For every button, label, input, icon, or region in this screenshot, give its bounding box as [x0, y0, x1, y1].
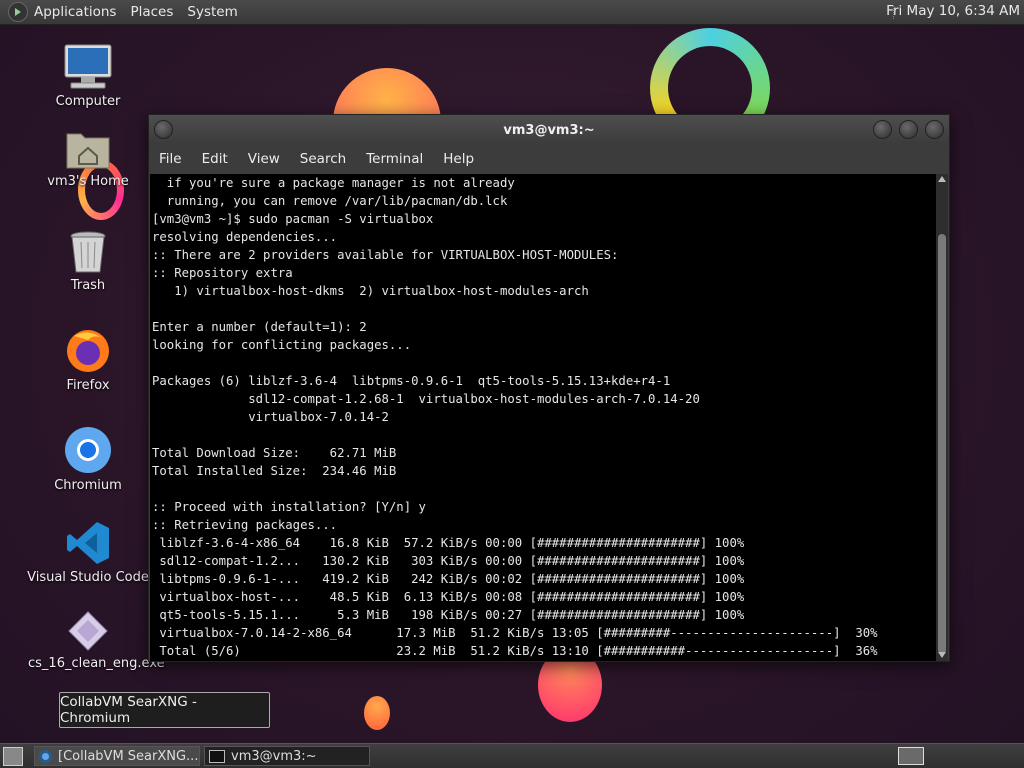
terminal-icon: [209, 749, 225, 763]
bottom-panel: [CollabVM SearXNG... vm3@vm3:~: [0, 743, 1024, 768]
menu-terminal[interactable]: Terminal: [366, 151, 423, 167]
wallpaper-small-orange: [364, 696, 390, 730]
home-folder-icon: [65, 128, 111, 170]
task-label: vm3@vm3:~: [231, 748, 317, 764]
taskbar-tooltip: CollabVM SearXNG - Chromium: [59, 692, 270, 728]
firefox-icon: [64, 326, 112, 374]
scroll-up-arrow-icon[interactable]: [938, 176, 946, 182]
chromium-icon: [64, 426, 112, 474]
task-label: [CollabVM SearXNG...: [58, 748, 199, 764]
terminal-window: vm3@vm3:~ File Edit View Search Terminal…: [148, 114, 950, 662]
menu-file[interactable]: File: [159, 151, 182, 167]
menu-view[interactable]: View: [248, 151, 280, 167]
desktop-icon-trash[interactable]: Trash: [28, 230, 148, 293]
menu-help[interactable]: Help: [443, 151, 474, 167]
desktop-icon-label: Visual Studio Code: [27, 570, 149, 585]
task-terminal[interactable]: vm3@vm3:~: [204, 746, 370, 766]
menu-system[interactable]: System: [187, 4, 237, 20]
window-menubar: File Edit View Search Terminal Help: [149, 145, 949, 173]
clock[interactable]: Fri May 10, 6:34 AM: [886, 3, 1020, 19]
maximize-button[interactable]: [899, 120, 918, 139]
window-title: vm3@vm3:~: [503, 122, 595, 138]
computer-icon: [63, 44, 113, 90]
show-desktop-icon[interactable]: [3, 747, 23, 766]
task-chromium[interactable]: [CollabVM SearXNG...: [34, 746, 200, 766]
desktop-icon-exe[interactable]: cs_16_clean_eng.exe: [28, 610, 165, 671]
desktop-icon-label: Chromium: [54, 478, 122, 493]
terminal-scrollbar[interactable]: [936, 174, 948, 661]
terminal-text: if you're sure a package manager is not …: [152, 176, 878, 658]
minimize-button[interactable]: [873, 120, 892, 139]
desktop-icon-label: vm3's Home: [47, 174, 129, 189]
desktop-icon-label: cs_16_clean_eng.exe: [28, 656, 165, 671]
desktop-icon-computer[interactable]: Computer: [28, 44, 148, 109]
exe-file-icon: [67, 610, 109, 652]
window-titlebar[interactable]: vm3@vm3:~: [149, 115, 949, 145]
gnome-menu-icon[interactable]: [8, 2, 28, 22]
close-button[interactable]: [925, 120, 944, 139]
scrollbar-thumb[interactable]: [938, 234, 946, 654]
menu-places[interactable]: Places: [130, 4, 173, 20]
desktop-icon-vscode[interactable]: Visual Studio Code: [14, 520, 162, 585]
top-panel: Applications Places System Fri May 10, 6…: [0, 0, 1024, 25]
desktop-icon-firefox[interactable]: Firefox: [28, 326, 148, 393]
menu-applications[interactable]: Applications: [34, 4, 116, 20]
vscode-icon: [65, 520, 111, 566]
scroll-down-arrow-icon[interactable]: [938, 652, 946, 658]
desktop-icon-home[interactable]: vm3's Home: [28, 128, 148, 189]
desktop-icon-label: Trash: [70, 278, 106, 293]
desktop-icon-label: Computer: [55, 94, 121, 109]
menu-edit[interactable]: Edit: [202, 151, 228, 167]
terminal-output[interactable]: if you're sure a package manager is not …: [150, 174, 936, 661]
workspace-switcher[interactable]: [898, 747, 924, 765]
desktop-icon-label: Firefox: [66, 378, 110, 393]
menu-search[interactable]: Search: [300, 151, 346, 167]
desktop-icon-chromium[interactable]: Chromium: [28, 426, 148, 493]
trash-icon: [68, 230, 108, 274]
chromium-icon: [39, 749, 52, 763]
window-menu-button[interactable]: [154, 120, 173, 139]
